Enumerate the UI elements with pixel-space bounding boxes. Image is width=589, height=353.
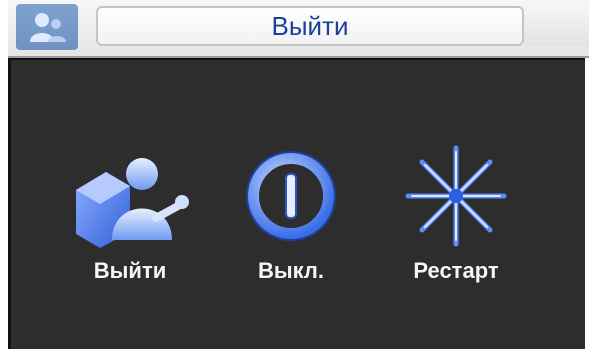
shutdown-button[interactable]: Выкл.: [221, 140, 361, 310]
logout-button[interactable]: Выйти: [60, 140, 200, 310]
users-logo-icon: [16, 4, 78, 50]
restart-label: Рестарт: [413, 258, 499, 283]
title-field: Выйти: [96, 6, 524, 46]
restart-button[interactable]: Рестарт: [386, 140, 526, 310]
logout-label: Выйти: [93, 258, 167, 283]
exit-dialog: Выйти Выйти Выкл. Рестарт: [0, 0, 589, 353]
power-icon: [246, 151, 336, 241]
logout-user-icon: [76, 158, 189, 248]
window-title: Выйти: [271, 11, 349, 41]
title-bar: Выйти: [8, 0, 589, 58]
shutdown-label: Выкл.: [257, 258, 325, 283]
restart-star-icon: [405, 145, 507, 247]
title-bar-end: [524, 6, 589, 46]
